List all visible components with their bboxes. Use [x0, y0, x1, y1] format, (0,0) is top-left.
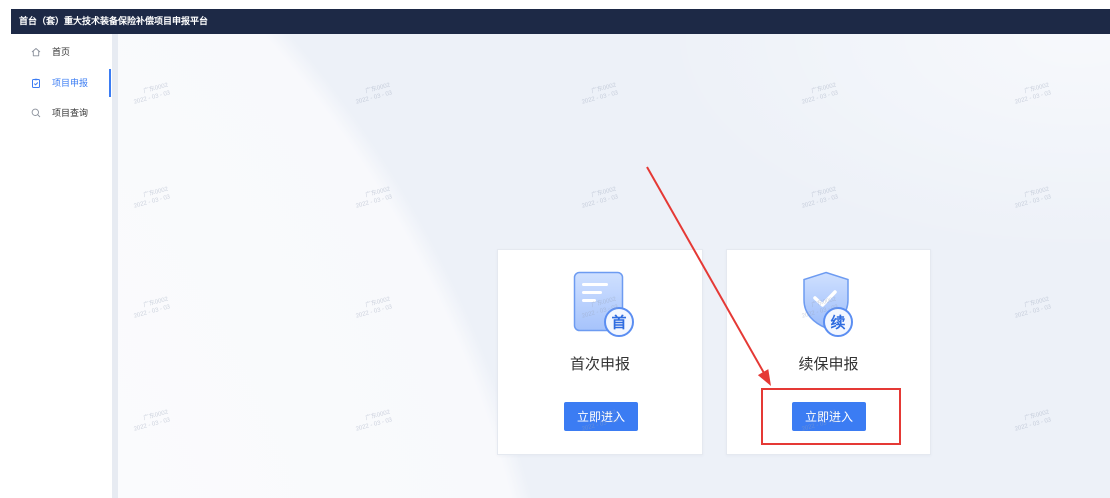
watermark: 广东0002 2022 - 03 - 03: [118, 82, 171, 111]
watermark-line-2: 2022 - 03 - 03: [801, 90, 839, 106]
watermark-line-2: 2022 - 03 - 03: [355, 194, 393, 210]
sidebar-item-label: 首页: [52, 47, 71, 57]
watermark: 广东0002 2022 - 03 - 03: [565, 82, 619, 111]
watermark: 广东0002 2022 - 03 - 03: [118, 296, 171, 325]
watermark-line-2: 2022 - 03 - 03: [133, 90, 171, 106]
watermark-line-1: 广东0002: [590, 82, 617, 95]
shield-check-icon: 续: [801, 271, 865, 339]
watermark-line-2: 2022 - 03 - 03: [1014, 417, 1052, 433]
watermark-line-2: 2022 - 03 - 03: [1014, 304, 1052, 320]
watermark-line-1: 广东0002: [142, 82, 169, 95]
watermark-line-1: 广东0002: [364, 409, 391, 422]
active-indicator: [109, 69, 111, 97]
watermark: 广东0002 2022 - 03 - 03: [339, 186, 393, 215]
watermark-line-1: 广东0002: [1023, 186, 1050, 199]
sidebar-item-label: 项目查询: [52, 108, 89, 118]
app-title: 首台（套）重大技术装备保险补偿项目申报平台: [19, 16, 209, 26]
watermark: 广东0002 2022 - 03 - 03: [118, 409, 171, 438]
watermark-line-2: 2022 - 03 - 03: [1014, 194, 1052, 210]
watermark-line-2: 2022 - 03 - 03: [133, 417, 171, 433]
watermark: 广东0002 2022 - 03 - 03: [998, 296, 1052, 325]
sidebar-item-project-query[interactable]: 项目查询: [11, 98, 112, 128]
main-content: 首 首次申报 立即进入 续 续保申报 立即进入 广东0002 2022 - 03…: [118, 34, 1110, 498]
enter-renewal-application-button[interactable]: 立即进入: [792, 402, 866, 431]
watermark-line-2: 2022 - 03 - 03: [801, 194, 839, 210]
watermark-line-1: 广东0002: [142, 296, 169, 309]
watermark: 广东0002 2022 - 03 - 03: [785, 82, 839, 111]
watermark-line-1: 广东0002: [1023, 296, 1050, 309]
top-bar: 首台（套）重大技术装备保险补偿项目申报平台: [11, 9, 1110, 34]
enter-first-application-button[interactable]: 立即进入: [564, 402, 638, 431]
card-title: 续保申报: [798, 356, 859, 373]
watermark: 广东0002 2022 - 03 - 03: [998, 409, 1052, 438]
sidebar-item-home[interactable]: 首页: [11, 37, 112, 67]
watermark-line-1: 广东0002: [810, 82, 837, 95]
watermark: 广东0002 2022 - 03 - 03: [785, 186, 839, 215]
watermark: 广东0002 2022 - 03 - 03: [118, 186, 171, 215]
sidebar-item-label: 项目申报: [52, 78, 89, 88]
watermark-line-2: 2022 - 03 - 03: [1014, 90, 1052, 106]
watermark-line-1: 广东0002: [590, 186, 617, 199]
sidebar: 首页 项目申报 项目查询: [11, 34, 112, 498]
watermark: 广东0002 2022 - 03 - 03: [339, 296, 393, 325]
first-application-card: 首 首次申报 立即进入: [497, 249, 703, 455]
sidebar-item-project-application[interactable]: 项目申报: [11, 68, 112, 98]
watermark: 广东0002 2022 - 03 - 03: [998, 82, 1052, 111]
search-icon: [31, 108, 41, 118]
watermark: 广东0002 2022 - 03 - 03: [998, 186, 1052, 215]
document-icon: 首: [573, 271, 637, 339]
watermark-line-2: 2022 - 03 - 03: [133, 304, 171, 320]
card-title: 首次申报: [569, 356, 630, 373]
watermark-line-2: 2022 - 03 - 03: [581, 194, 619, 210]
watermark-line-1: 广东0002: [364, 296, 391, 309]
clipboard-icon: [31, 78, 41, 88]
watermark-line-1: 广东0002: [1023, 82, 1050, 95]
watermark-line-2: 2022 - 03 - 03: [581, 90, 619, 106]
watermark: 广东0002 2022 - 03 - 03: [339, 82, 393, 111]
watermark-line-1: 广东0002: [810, 186, 837, 199]
watermark-line-1: 广东0002: [1023, 409, 1050, 422]
watermark: 广东0002 2022 - 03 - 03: [565, 186, 619, 215]
watermark-line-2: 2022 - 03 - 03: [355, 304, 393, 320]
card-badge: 首: [611, 314, 626, 332]
renewal-application-card: 续 续保申报 立即进入: [726, 249, 931, 455]
watermark-line-2: 2022 - 03 - 03: [355, 417, 393, 433]
watermark-line-1: 广东0002: [142, 409, 169, 422]
watermark: 广东0002 2022 - 03 - 03: [339, 409, 393, 438]
watermark-line-2: 2022 - 03 - 03: [355, 90, 393, 106]
watermark-line-1: 广东0002: [364, 186, 391, 199]
card-badge: 续: [830, 314, 845, 332]
watermark-line-1: 广东0002: [142, 186, 169, 199]
watermark-line-2: 2022 - 03 - 03: [133, 194, 171, 210]
home-icon: [31, 47, 41, 57]
watermark-line-1: 广东0002: [364, 82, 391, 95]
